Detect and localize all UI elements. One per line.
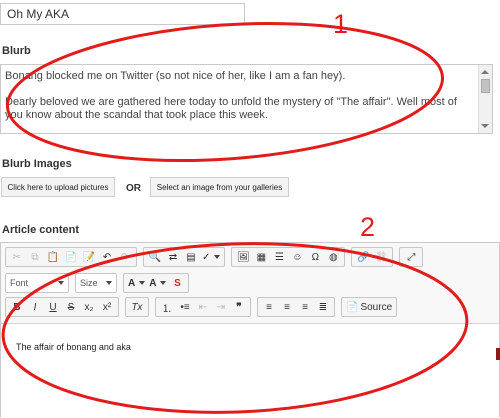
remove-format-icon[interactable]: Tx [128,298,146,316]
blurb-paragraph-1: Bonang blocked me on Twitter (so not nic… [5,70,346,82]
table-icon[interactable]: ▦ [252,248,270,266]
annotation-number-1: 1 [333,9,349,39]
align-center-icon[interactable]: ≡ [278,298,296,316]
paste-text-icon[interactable]: 📄 [62,248,80,266]
horizontal-line-icon[interactable]: ☰ [270,248,288,266]
rich-text-editor: ✂ ⧉ 📋 📄 📝 ↶ ↷ 🔍 ⇄ ▤ ✓ 🖼 ▦ ☰ ☺ Ω ◍ 🔗 ⛓ ⤢ [0,242,500,418]
scroll-thumb[interactable] [481,79,490,93]
spell-s-icon[interactable]: S [168,274,186,292]
smiley-icon[interactable]: ☺ [288,248,306,266]
source-label: Source [360,301,393,313]
undo-icon[interactable]: ↶ [98,248,116,266]
chevron-down-icon [58,281,64,285]
bold-icon[interactable]: B [8,298,26,316]
clipboard-group: ✂ ⧉ 📋 📄 📝 ↶ ↷ [5,247,137,267]
font-combo[interactable]: Font [5,273,69,293]
maximize-icon[interactable]: ⤢ [402,248,420,266]
blurb-paragraph-2: Dearly beloved we are gathered here toda… [5,96,457,121]
basic-styles-group: B I U S x₂ x² [5,297,119,317]
align-left-icon[interactable]: ≡ [260,298,278,316]
blurb-scrollbar[interactable] [478,65,492,133]
font-combo-label: Font [10,278,29,288]
annotation-number-2: 2 [360,212,376,242]
scroll-up-icon[interactable] [481,70,489,74]
copy-icon[interactable]: ⧉ [26,248,44,266]
select-all-icon[interactable]: ▤ [182,248,200,266]
side-marker [496,348,500,360]
gallery-select-button[interactable]: Select an image from your galleries [150,177,289,197]
subscript-icon[interactable]: x₂ [80,298,98,316]
blockquote-icon[interactable]: ❞ [230,298,248,316]
find-icon[interactable]: 🔍 [146,248,164,266]
list-group: ⒈ •≡ ⇤ ⇥ ❞ [155,297,251,317]
bg-color-icon[interactable]: A [147,274,168,292]
replace-icon[interactable]: ⇄ [164,248,182,266]
superscript-icon[interactable]: x² [98,298,116,316]
editing-group: 🔍 ⇄ ▤ ✓ [143,247,226,267]
italic-icon[interactable]: I [26,298,44,316]
outdent-icon[interactable]: ⇤ [194,298,212,316]
align-right-icon[interactable]: ≡ [296,298,314,316]
iframe-icon[interactable]: ◍ [324,248,342,266]
source-icon: 📄 [346,301,359,313]
editor-content-area[interactable]: The affair of bonang and aka [1,323,499,418]
scroll-down-icon[interactable] [481,124,489,128]
paste-icon[interactable]: 📋 [44,248,62,266]
blurb-images-label: Blurb Images [2,158,72,170]
image-icon[interactable]: 🖼 [234,248,252,266]
bulleted-list-icon[interactable]: •≡ [176,298,194,316]
article-content-label: Article content [2,224,80,236]
align-group: ≡ ≡ ≡ ≣ [257,297,335,317]
paste-word-icon[interactable]: 📝 [80,248,98,266]
or-text: OR [126,183,141,194]
remove-format-group: Tx [125,297,149,317]
cut-icon[interactable]: ✂ [8,248,26,266]
link-icon[interactable]: 🔗 [354,248,372,266]
numbered-list-icon[interactable]: ⒈ [158,298,176,316]
size-combo-label: Size [80,278,98,288]
blurb-textarea[interactable]: Bonang blocked me on Twitter (so not nic… [0,64,493,134]
blurb-label: Blurb [2,45,31,57]
special-char-icon[interactable]: Ω [306,248,324,266]
title-input[interactable] [0,3,245,25]
text-color-icon[interactable]: A [126,274,147,292]
align-justify-icon[interactable]: ≣ [314,298,332,316]
indent-icon[interactable]: ⇥ [212,298,230,316]
editor-body-text: The affair of bonang and aka [16,342,131,352]
upload-pictures-button[interactable]: Click here to upload pictures [1,177,115,197]
strike-icon[interactable]: S [62,298,80,316]
insert-group: 🖼 ▦ ☰ ☺ Ω ◍ [231,247,346,267]
source-group: 📄 Source [341,297,398,317]
chevron-down-icon [106,281,112,285]
source-button[interactable]: 📄 Source [344,298,394,316]
redo-icon[interactable]: ↷ [116,248,134,266]
maximize-group: ⤢ [399,247,424,267]
size-combo[interactable]: Size [75,273,117,293]
underline-icon[interactable]: U [44,298,62,316]
unlink-icon[interactable]: ⛓ [372,248,390,266]
color-group: A A S [123,273,190,293]
link-group: 🔗 ⛓ [351,247,394,267]
spellcheck-icon[interactable]: ✓ [200,248,222,266]
